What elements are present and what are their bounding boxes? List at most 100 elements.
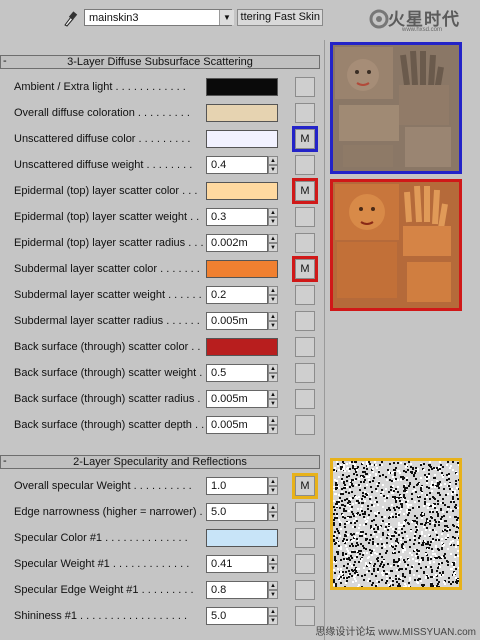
spinner-arrows[interactable]: ▲ ▼ [268, 156, 278, 174]
spinner-arrows[interactable]: ▲ ▼ [268, 607, 278, 625]
param-label: Specular Weight #1 . . . . . . . . . . .… [14, 558, 190, 570]
numeric-spinner-field[interactable]: 0.002m [206, 234, 268, 252]
map-button-assigned[interactable]: M [292, 126, 318, 152]
unscattered-diffuse-texture-thumbnail[interactable] [330, 42, 462, 174]
map-button-assigned[interactable]: M [292, 178, 318, 204]
spinner-arrows[interactable]: ▲ ▼ [268, 416, 278, 434]
color-swatch[interactable] [206, 182, 278, 200]
map-button[interactable] [295, 502, 315, 522]
numeric-spinner-field[interactable]: 1.0 [206, 477, 268, 495]
numeric-spinner-field[interactable]: 0.41 [206, 555, 268, 573]
map-button-assigned[interactable]: M [292, 256, 318, 282]
spinner-up-icon[interactable]: ▲ [268, 477, 278, 486]
numeric-spinner-field[interactable]: 0.8 [206, 581, 268, 599]
color-swatch[interactable] [206, 78, 278, 96]
spinner-up-icon[interactable]: ▲ [268, 156, 278, 165]
map-button[interactable] [295, 285, 315, 305]
spinner-up-icon[interactable]: ▲ [268, 312, 278, 321]
param-label: Back surface (through) scatter radius . [14, 393, 201, 405]
color-swatch[interactable] [206, 260, 278, 278]
spinner-down-icon[interactable]: ▼ [268, 512, 278, 521]
spinner-up-icon[interactable]: ▲ [268, 503, 278, 512]
spinner-down-icon[interactable]: ▼ [268, 486, 278, 495]
numeric-spinner-field[interactable]: 5.0 [206, 607, 268, 625]
map-button[interactable] [295, 311, 315, 331]
spinner-down-icon[interactable]: ▼ [268, 564, 278, 573]
map-button[interactable] [295, 207, 315, 227]
spinner-up-icon[interactable]: ▲ [268, 390, 278, 399]
spinner-arrows[interactable]: ▲ ▼ [268, 286, 278, 304]
map-button[interactable] [295, 389, 315, 409]
map-button[interactable] [295, 606, 315, 626]
spinner-up-icon[interactable]: ▲ [268, 208, 278, 217]
spinner-arrows[interactable]: ▲ ▼ [268, 312, 278, 330]
spinner-arrows[interactable]: ▲ ▼ [268, 555, 278, 573]
map-button[interactable] [295, 155, 315, 175]
epidermal-scatter-texture-thumbnail[interactable] [330, 179, 462, 311]
spinner-down-icon[interactable]: ▼ [268, 165, 278, 174]
numeric-spinner-field[interactable]: 0.4 [206, 156, 268, 174]
rollout-title: 2-Layer Specularity and Reflections [73, 456, 247, 468]
spinner-down-icon[interactable]: ▼ [268, 590, 278, 599]
material-toolbar: mainskin3 ▼ ttering Fast Skin 火星时代 www.h… [0, 0, 480, 34]
rollout-title: 3-Layer Diffuse Subsurface Scattering [67, 56, 253, 68]
numeric-spinner-field[interactable]: 0.5 [206, 364, 268, 382]
param-label: Back surface (through) scatter depth . . [14, 419, 205, 431]
spinner-down-icon[interactable]: ▼ [268, 321, 278, 330]
spinner-down-icon[interactable]: ▼ [268, 243, 278, 252]
map-button[interactable] [295, 363, 315, 383]
spinner-up-icon[interactable]: ▲ [268, 286, 278, 295]
spinner-down-icon[interactable]: ▼ [268, 425, 278, 434]
spinner-up-icon[interactable]: ▲ [268, 607, 278, 616]
spinner-up-icon[interactable]: ▲ [268, 364, 278, 373]
spinner-up-icon[interactable]: ▲ [268, 555, 278, 564]
map-button[interactable] [295, 415, 315, 435]
numeric-spinner-field[interactable]: 5.0 [206, 503, 268, 521]
spinner-down-icon[interactable]: ▼ [268, 217, 278, 226]
spinner-arrows[interactable]: ▲ ▼ [268, 208, 278, 226]
spinner-down-icon[interactable]: ▼ [268, 616, 278, 625]
numeric-spinner-field[interactable]: 0.005m [206, 416, 268, 434]
spinner-down-icon[interactable]: ▼ [268, 373, 278, 382]
numeric-spinner-field[interactable]: 0.005m [206, 312, 268, 330]
map-button[interactable] [295, 77, 315, 97]
material-type-button[interactable]: ttering Fast Skin [237, 9, 323, 26]
rollout-diffuse-sss[interactable]: - 3-Layer Diffuse Subsurface Scattering [0, 55, 320, 69]
color-swatch[interactable] [206, 104, 278, 122]
map-button[interactable] [295, 528, 315, 548]
numeric-spinner-field[interactable]: 0.3 [206, 208, 268, 226]
spinner-up-icon[interactable]: ▲ [268, 581, 278, 590]
color-swatch[interactable] [206, 529, 278, 547]
color-swatch[interactable] [206, 130, 278, 148]
numeric-spinner-field[interactable]: 0.005m [206, 390, 268, 408]
material-name-field[interactable]: mainskin3 [84, 9, 232, 26]
map-button[interactable] [295, 233, 315, 253]
map-button-assigned[interactable]: M [292, 473, 318, 499]
map-button[interactable] [295, 580, 315, 600]
spinner-up-icon[interactable]: ▲ [268, 234, 278, 243]
material-dropdown-arrow[interactable]: ▼ [219, 10, 234, 25]
spinner-arrows[interactable]: ▲ ▼ [268, 503, 278, 521]
eyedropper-icon[interactable] [62, 9, 78, 27]
spinner-down-icon[interactable]: ▼ [268, 399, 278, 408]
color-swatch[interactable] [206, 338, 278, 356]
param-label: Unscattered diffuse weight . . . . . . .… [14, 159, 193, 171]
logo-url: www.hxsd.com [402, 27, 443, 33]
spinner-arrows[interactable]: ▲ ▼ [268, 390, 278, 408]
rollout-specularity[interactable]: - 2-Layer Specularity and Reflections [0, 455, 320, 469]
spinner-arrows[interactable]: ▲ ▼ [268, 477, 278, 495]
spinner-down-icon[interactable]: ▼ [268, 295, 278, 304]
spinner-up-icon[interactable]: ▲ [268, 416, 278, 425]
param-label: Specular Color #1 . . . . . . . . . . . … [14, 532, 188, 544]
spinner-arrows[interactable]: ▲ ▼ [268, 364, 278, 382]
specular-weight-texture-thumbnail[interactable] [330, 458, 462, 590]
logo-swirl-icon [369, 9, 389, 29]
param-label: Epidermal (top) layer scatter radius . .… [14, 237, 204, 249]
param-label: Shininess #1 . . . . . . . . . . . . . .… [14, 610, 188, 622]
map-button[interactable] [295, 337, 315, 357]
map-button[interactable] [295, 103, 315, 123]
spinner-arrows[interactable]: ▲ ▼ [268, 234, 278, 252]
numeric-spinner-field[interactable]: 0.2 [206, 286, 268, 304]
spinner-arrows[interactable]: ▲ ▼ [268, 581, 278, 599]
map-button[interactable] [295, 554, 315, 574]
